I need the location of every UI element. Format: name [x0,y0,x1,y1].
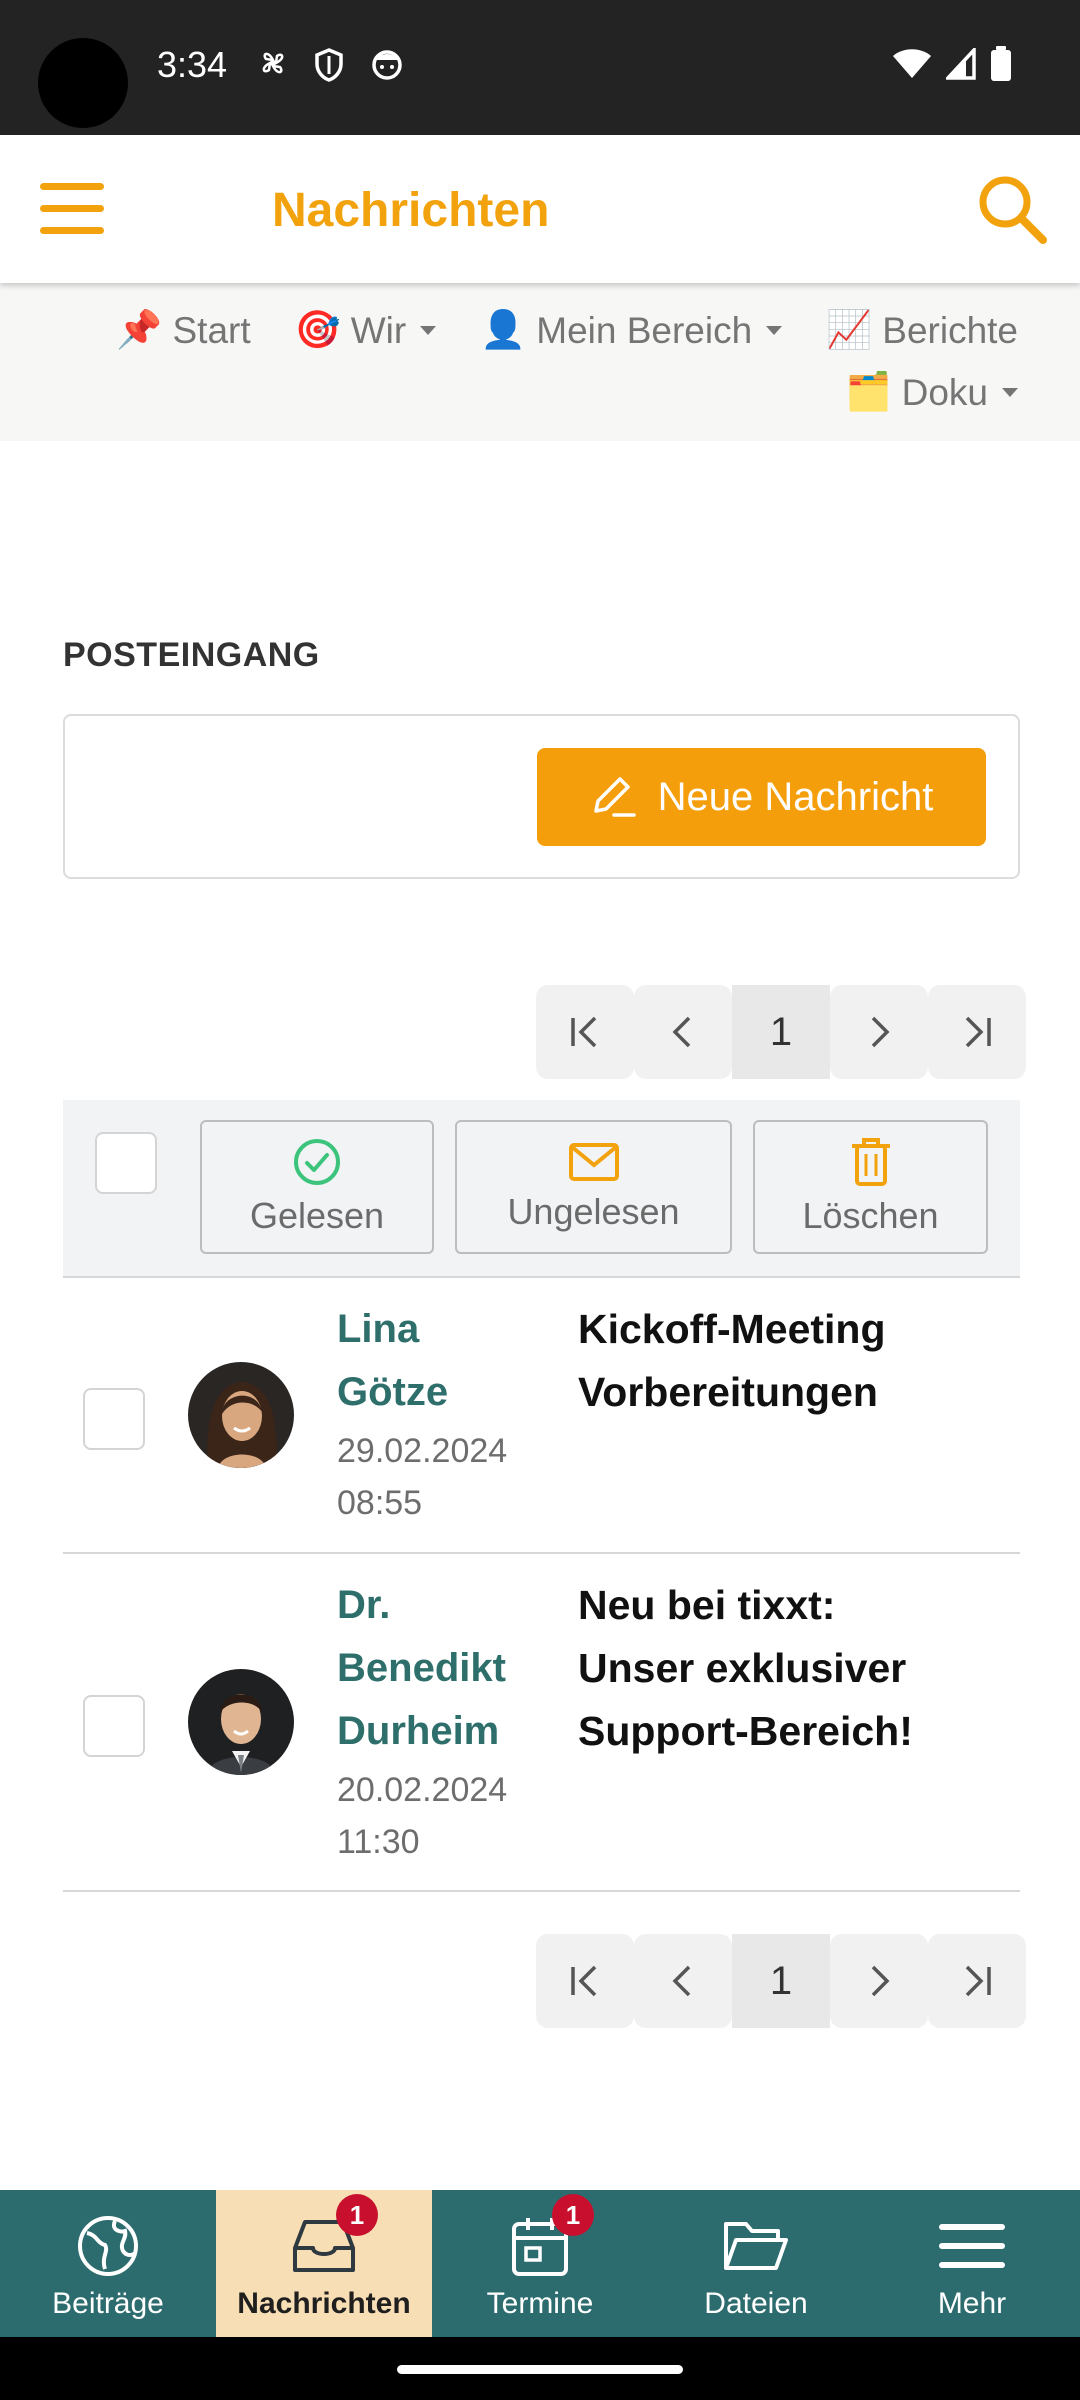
nav-label: Start [172,309,251,351]
card-index-icon: 🗂️ [845,371,892,412]
mark-unread-label: Ungelesen [507,1191,680,1232]
new-message-label: Neue Nachricht [657,774,934,819]
battery-icon [991,46,1011,81]
target-icon: 🎯 [294,309,341,350]
nav-item-berichte[interactable]: 📈 Berichte [826,309,1018,352]
trash-icon [851,1138,890,1186]
notification-badge: 1 [552,2194,594,2236]
pagination-top: 1 [536,985,1026,1079]
mark-read-label: Gelesen [249,1195,385,1236]
top-nav: 📌 Start 🎯 Wir 👤 Mein Bereich 📈 Berichte … [0,283,1080,441]
avatar [188,1669,294,1775]
bottom-nav-label: Beiträge [52,2287,164,2320]
chevron-left-icon [672,1965,691,1997]
message-sender[interactable]: Lina Götze [337,1298,448,1424]
camera-cutout [38,38,128,128]
globe-icon [78,2216,138,2276]
bottom-nav-beitraege[interactable]: Beiträge [0,2190,216,2337]
select-all-checkbox[interactable] [95,1132,157,1194]
folder-icon [724,2222,788,2270]
status-right-icons [892,46,1012,82]
message-row[interactable]: Lina Götze 29.02.2024 08:55 Kickoff-Meet… [63,1278,1020,1554]
chevron-right-icon [871,1965,890,1997]
avatar [188,1362,294,1468]
nav-label: Wir [350,309,407,351]
caret-down-icon [1002,388,1018,397]
first-page-button[interactable] [536,1934,634,2028]
first-page-icon [571,1016,597,1048]
pencil-icon [593,777,636,817]
menu-icon [939,2224,1005,2268]
check-circle-icon [294,1139,340,1185]
chevron-right-icon [871,1016,890,1048]
last-page-icon [965,1016,991,1048]
nav-label: Mein Bereich [536,309,753,351]
bottom-nav-label: Dateien [704,2287,808,2320]
nav-label: Doku [901,371,988,413]
section-title: POSTEINGANG [63,636,320,674]
status-bar: 3:34 [0,0,1080,135]
mark-unread-button[interactable]: Ungelesen [455,1120,732,1254]
mark-read-button[interactable]: Gelesen [200,1120,434,1254]
bottom-nav-termine[interactable]: 1 Termine [432,2190,648,2337]
message-subject[interactable]: Kickoff-Meeting Vorbereitungen [578,1298,886,1424]
status-time: 3:34 [157,44,228,85]
nav-label: Berichte [882,309,1018,351]
last-page-icon [965,1965,991,1997]
caret-down-icon [766,326,783,335]
nav-item-wir[interactable]: 🎯 Wir [295,309,437,352]
message-sender[interactable]: Dr. Benedikt Durheim [337,1574,506,1763]
bottom-nav-label: Termine [486,2287,594,2320]
chevron-left-icon [672,1016,691,1048]
home-gesture-handle[interactable] [397,2365,683,2374]
app-bar: Nachrichten [0,135,1080,283]
delete-label: Löschen [802,1195,939,1236]
bottom-nav-mehr[interactable]: Mehr [864,2190,1080,2337]
next-page-button[interactable] [830,1934,928,2028]
nav-item-mein-bereich[interactable]: 👤 Mein Bereich [480,309,783,352]
compose-box: Neue Nachricht [63,714,1020,879]
signal-icon [946,48,976,80]
message-date: 29.02.2024 08:55 [337,1432,508,1522]
bottom-nav: Beiträge 1 Nachrichten 1 Termine Dateien… [0,2190,1080,2337]
last-page-button[interactable] [928,985,1026,1079]
face-icon [372,50,402,80]
bottom-nav-nachrichten[interactable]: 1 Nachrichten [216,2190,432,2337]
first-page-icon [571,1965,597,1997]
wifi-icon [893,49,931,78]
first-page-button[interactable] [536,985,634,1079]
nav-item-doku[interactable]: 🗂️ Doku [846,371,1018,414]
prev-page-button[interactable] [634,985,732,1079]
current-page[interactable]: 1 [732,985,830,1079]
message-date: 20.02.2024 11:30 [337,1771,508,1861]
next-page-button[interactable] [830,985,928,1079]
bottom-nav-label: Mehr [937,2287,1007,2320]
pin-icon: 📌 [116,309,163,350]
message-toolbar: Gelesen Ungelesen Löschen [63,1100,1020,1278]
search-icon[interactable] [974,171,1050,247]
message-subject[interactable]: Neu bei tixxt: Unser exklusiver Support-… [578,1574,913,1763]
delete-button[interactable]: Löschen [753,1120,988,1254]
bottom-nav-dateien[interactable]: Dateien [648,2190,864,2337]
page-title: Nachrichten [272,184,550,237]
gesture-bar [0,2337,1080,2400]
hamburger-menu-icon[interactable] [40,183,106,235]
pagination-bottom: 1 [536,1934,1026,2028]
current-page[interactable]: 1 [732,1934,830,2028]
user-icon: 👤 [480,309,527,350]
notification-badge: 1 [336,2194,378,2236]
message-checkbox[interactable] [83,1388,145,1450]
nav-item-start[interactable]: 📌 Start [116,309,250,352]
shield-icon [315,48,343,82]
message-row[interactable]: Dr. Benedikt Durheim 20.02.2024 11:30 Ne… [63,1554,1020,1892]
chart-icon: 📈 [826,309,873,350]
new-message-button[interactable]: Neue Nachricht [537,748,986,846]
message-checkbox[interactable] [83,1695,145,1757]
last-page-button[interactable] [928,1934,1026,2028]
prev-page-button[interactable] [634,1934,732,2028]
caret-down-icon [420,326,437,335]
envelope-icon [568,1143,619,1181]
fan-icon [262,52,284,74]
bottom-nav-label: Nachrichten [237,2287,411,2320]
